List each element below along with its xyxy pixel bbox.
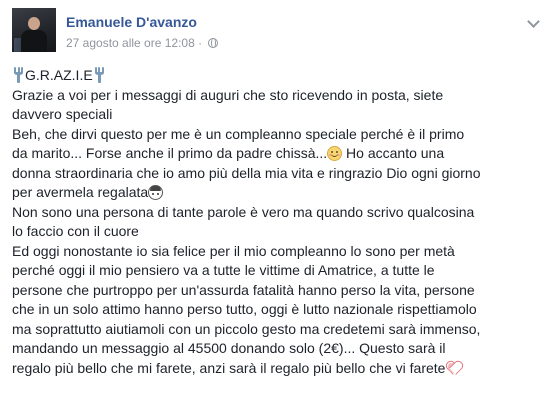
post-text-line: davvero speciali — [12, 106, 113, 122]
heart-icon — [446, 361, 462, 376]
author-name-link[interactable]: Emanuele D'avanzo — [66, 14, 197, 30]
post-text-line: mandando un messaggio al 45500 donando s… — [12, 340, 446, 356]
fork-icon — [13, 67, 24, 83]
post-body: G.R.AZ.I.E Grazie a voi per i messaggi d… — [12, 66, 542, 378]
post-text-line: regalo più bello che mi farete, anzi sar… — [12, 359, 542, 379]
post-text-line: per avermela regalata — [12, 183, 542, 203]
post-timestamp[interactable]: 27 agosto alle ore 12:08 — [66, 36, 195, 50]
fork-icon — [94, 67, 105, 83]
post-title-line: G.R.AZ.I.E — [12, 66, 542, 86]
post-text-fragment: regalo più bello che mi farete, anzi sar… — [12, 359, 446, 376]
post-text-line: da marito... Forse anche il primo da pad… — [12, 144, 542, 164]
avatar-figure-body — [21, 30, 47, 52]
post-header: Emanuele D'avanzo 27 agosto alle ore 12:… — [12, 8, 550, 56]
post-text-line: lo faccio con il cuore — [12, 223, 139, 239]
post-text-line: Ed oggi nonostante io sia felice per il … — [12, 242, 455, 259]
post-text-line: perché oggi il mio pensiero va a tutte l… — [12, 262, 435, 278]
meta-separator: · — [198, 36, 203, 50]
post-text-fragment: per avermela regalata — [12, 184, 149, 200]
post-text-fragment: Ho accanto una — [342, 145, 445, 161]
post-text-line: Grazie a voi per i messaggi di auguri ch… — [12, 86, 444, 103]
globe-icon[interactable] — [208, 38, 219, 48]
chevron-down-icon[interactable] — [527, 15, 540, 28]
post-title-word: G.R.AZ.I.E — [25, 67, 93, 83]
post-text-line: che in un solo attimo hanno perso tutto,… — [12, 301, 477, 317]
avatar-figure-head — [28, 17, 40, 30]
smiling-face-icon — [327, 146, 343, 161]
post-meta: 27 agosto alle ore 12:08 · — [66, 36, 219, 50]
facebook-post: Emanuele D'avanzo 27 agosto alle ore 12:… — [0, 0, 550, 419]
post-text-line: Beh, che dirvi questo per me è un comple… — [12, 125, 465, 142]
post-text-line: Non sono una persona di tante parole è v… — [12, 203, 475, 220]
post-text-line: ma soprattutto aiutiamoli con un piccolo… — [12, 320, 481, 337]
post-text-fragment: da marito... Forse anche il primo da pad… — [12, 145, 328, 161]
face-icon — [148, 185, 164, 200]
post-text-line: persone che purtroppo per un'assurda fat… — [12, 281, 475, 298]
avatar[interactable] — [12, 8, 56, 52]
post-text-line: donna straordinaria che io amo più della… — [12, 164, 481, 181]
